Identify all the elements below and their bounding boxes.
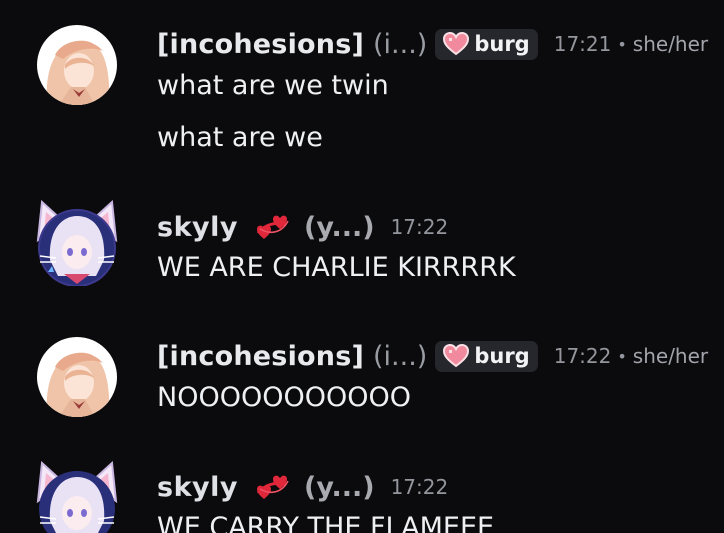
separator-dot: • xyxy=(617,34,627,54)
timestamp[interactable]: 17:22 xyxy=(391,475,449,499)
timestamp[interactable]: 17:22 xyxy=(554,344,612,368)
heart-decoration-icon xyxy=(256,475,289,499)
avatar-skyly[interactable] xyxy=(34,199,120,287)
message-header: [incohesions] (i...) burg 17:22 • she/he… xyxy=(157,339,708,373)
username[interactable]: [incohesions] xyxy=(157,341,364,372)
username[interactable]: [incohesions] xyxy=(157,29,364,60)
username[interactable]: skyly xyxy=(157,472,238,503)
separator-dot: • xyxy=(617,346,627,366)
tag-label: burg xyxy=(474,344,530,368)
nickname: (y...) xyxy=(303,211,375,243)
nickname: (i...) xyxy=(373,28,428,60)
message-text: NOOOOOOOOOOO xyxy=(157,382,411,413)
server-tag[interactable]: burg xyxy=(435,340,538,372)
nickname: (i...) xyxy=(373,340,428,372)
pronouns: she/her xyxy=(632,344,709,368)
heart-tag-icon xyxy=(443,32,470,56)
message-text: what are we twin xyxy=(157,70,389,101)
avatar-incohesions[interactable] xyxy=(37,25,117,105)
message-text: WE CARRY THE FLAMEEE xyxy=(157,512,495,533)
nickname: (y...) xyxy=(303,471,375,503)
message-text: WE ARE CHARLIE KIRRRRK xyxy=(157,252,516,283)
chat-messages: [incohesions] (i...) burg 17:21 • she/he… xyxy=(0,0,724,533)
timestamp[interactable]: 17:21 xyxy=(554,32,612,56)
heart-decoration-icon xyxy=(256,215,289,239)
message-header: [incohesions] (i...) burg 17:21 • she/he… xyxy=(157,27,708,61)
server-tag[interactable]: burg xyxy=(435,28,538,60)
username[interactable]: skyly xyxy=(157,212,238,243)
heart-tag-icon xyxy=(443,344,470,368)
message-header: skyly (y...) 17:22 xyxy=(157,210,448,244)
timestamp[interactable]: 17:22 xyxy=(391,215,449,239)
message-text: what are we xyxy=(157,122,323,153)
tag-label: burg xyxy=(474,32,530,56)
pronouns: she/her xyxy=(632,32,709,56)
avatar-incohesions[interactable] xyxy=(37,337,117,417)
avatar-skyly[interactable] xyxy=(34,460,120,533)
message-header: skyly (y...) 17:22 xyxy=(157,470,448,504)
